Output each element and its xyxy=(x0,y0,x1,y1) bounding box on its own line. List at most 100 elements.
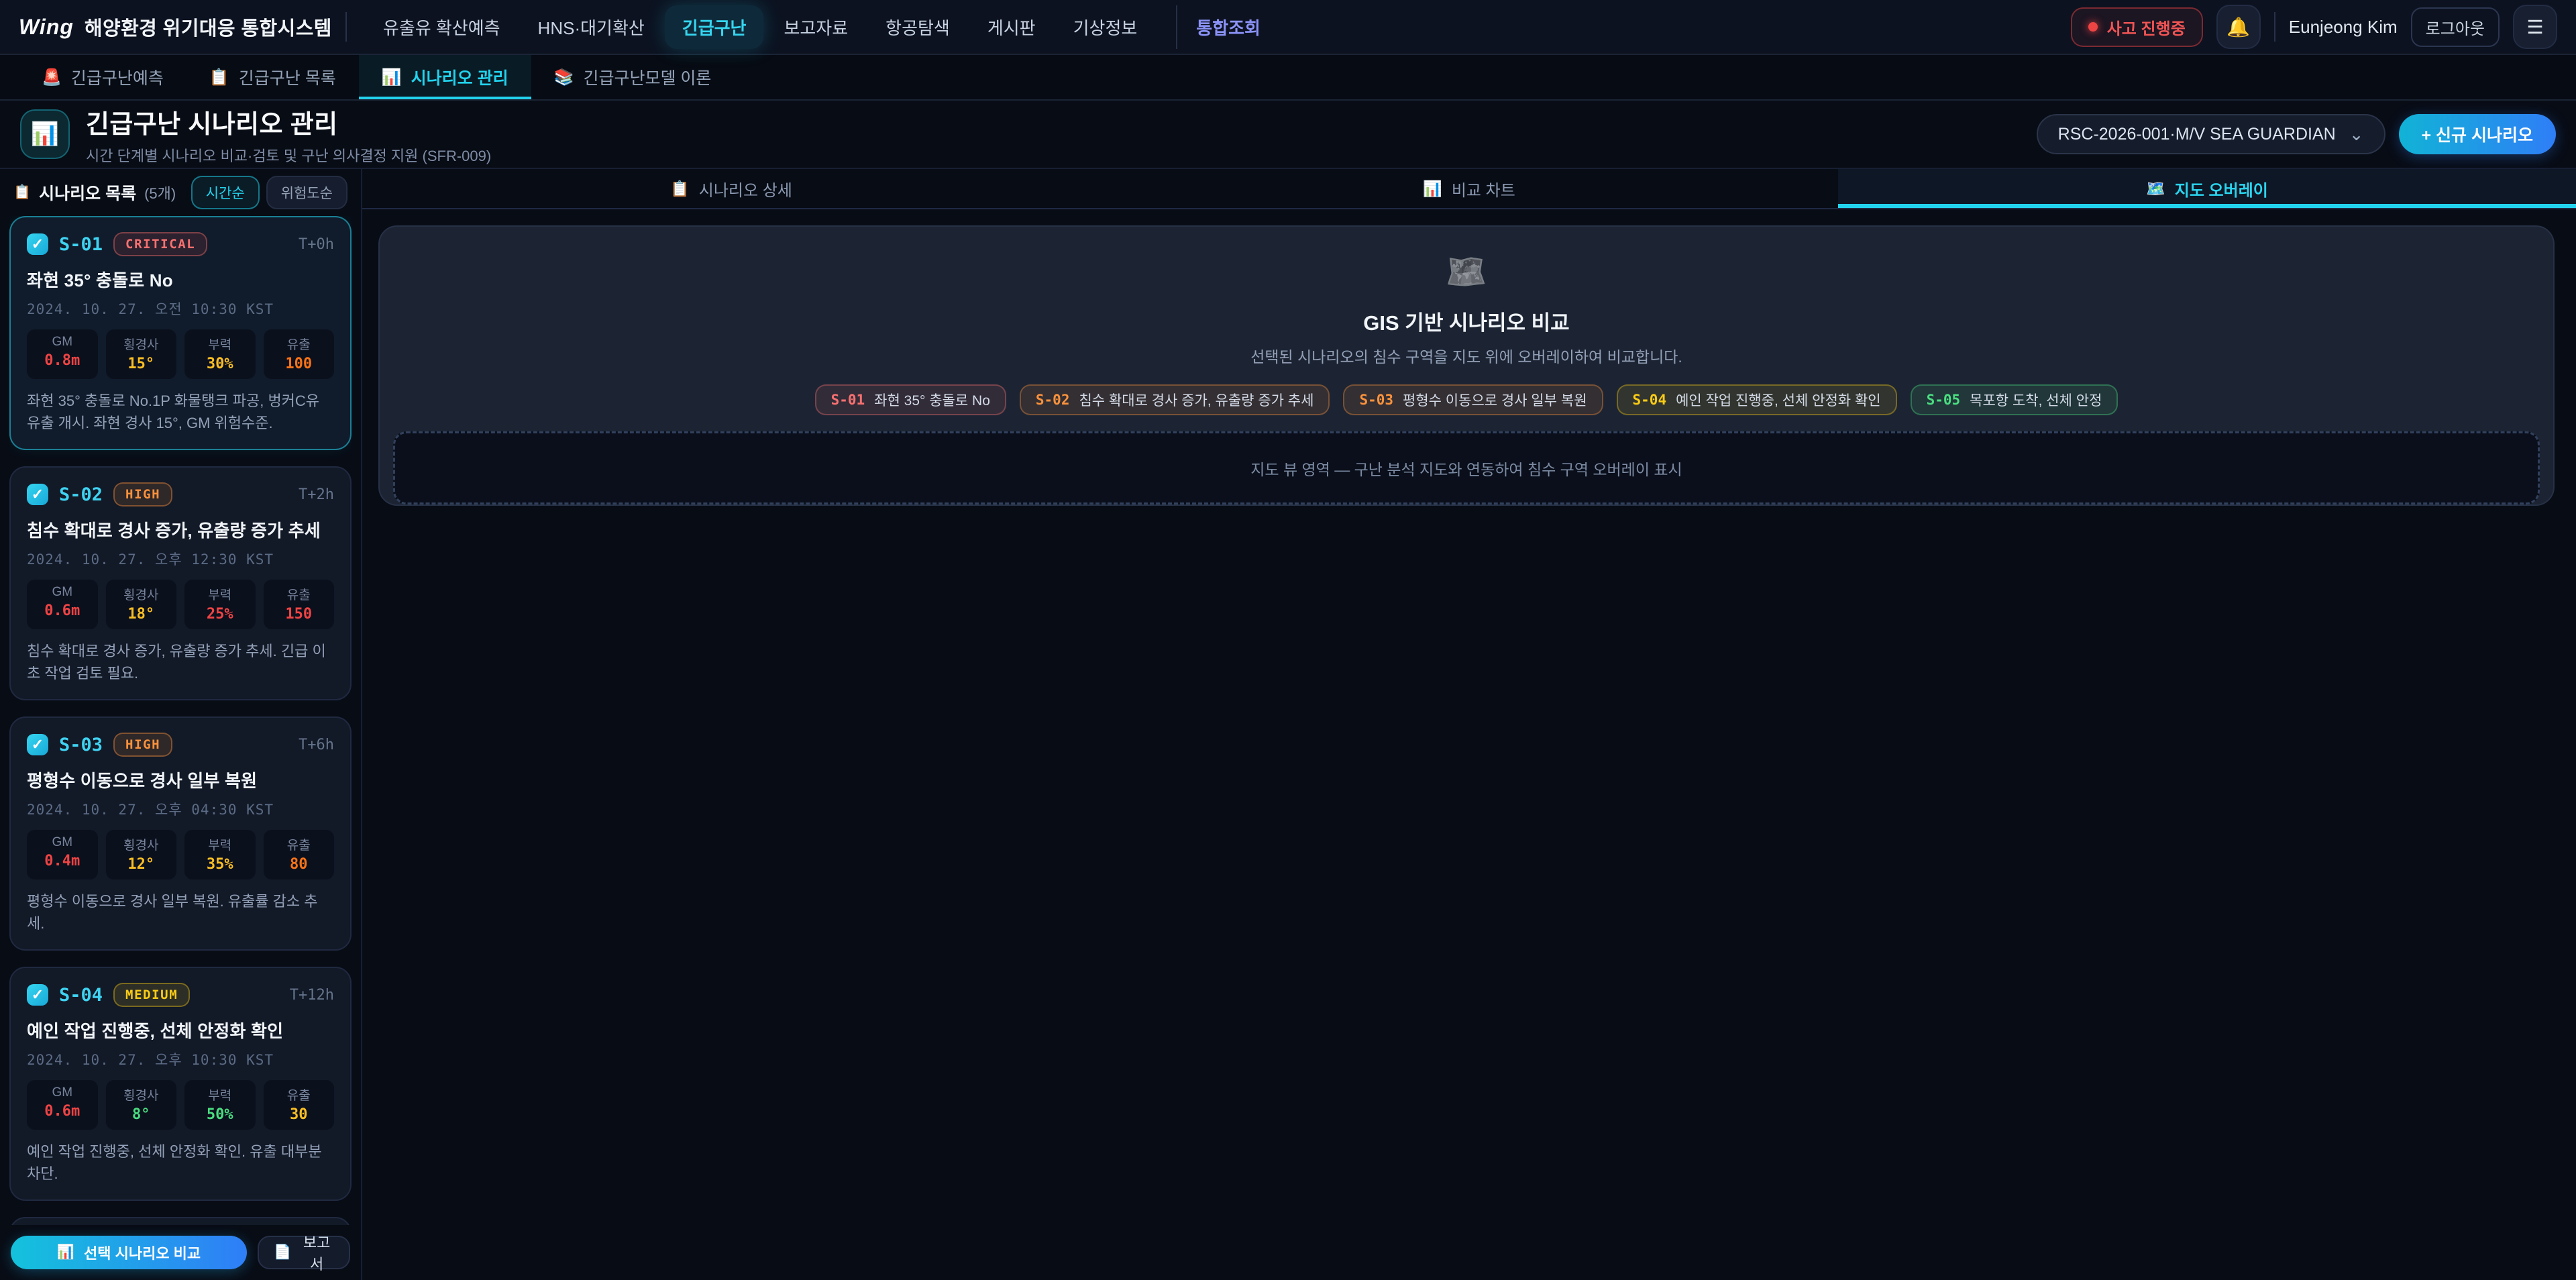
scenario-title: 평형수 이동으로 경사 일부 복원 xyxy=(27,767,334,792)
case-select-dropdown[interactable]: RSC-2026-001·M/V SEA GUARDIAN ⌄ xyxy=(2037,114,2385,154)
scenario-card[interactable]: S-01 CRITICAL T+0h 좌현 35° 충돌로 No 2024. 1… xyxy=(9,216,352,450)
metric-label: GM xyxy=(27,1085,98,1100)
metric-value: 8° xyxy=(106,1106,177,1123)
metric-label: 횡경사 xyxy=(106,335,177,353)
subtab[interactable]: 🚨 긴급구난예측 xyxy=(19,55,186,99)
metric-value: 15° xyxy=(106,356,177,372)
scenario-datetime: 2024. 10. 27. 오후 10:30 KST xyxy=(27,1049,334,1069)
card-header: S-04 MEDIUM T+12h xyxy=(27,983,334,1007)
metric-value: 30% xyxy=(184,356,256,372)
metric-value: 50% xyxy=(184,1106,256,1123)
metric-label: 유출 xyxy=(264,835,335,853)
metric-label: 유출 xyxy=(264,585,335,603)
subtab[interactable]: 📋 긴급구난 목록 xyxy=(186,55,359,99)
subtab[interactable]: 📊 시나리오 관리 xyxy=(359,55,531,99)
main-tab-label: 비교 차트 xyxy=(1452,177,1515,201)
nav-item[interactable]: 게시판 xyxy=(970,5,1053,49)
metric-value: 35% xyxy=(184,856,256,873)
metric-row: GM 0.6m 횡경사 8° 부력 50% 유출 30 xyxy=(27,1080,334,1130)
map-view-placeholder: 지도 뷰 영역 — 구난 분석 지도와 연동하여 침수 구역 오버레이 표시 xyxy=(393,431,2540,504)
metric-box: GM 0.6m xyxy=(27,580,98,629)
main-tab[interactable]: 📋 시나리오 상세 xyxy=(362,169,1100,208)
metric-box: 횡경사 8° xyxy=(106,1080,177,1130)
scenario-chip[interactable]: S-01 좌현 35° 충돌로 No xyxy=(815,384,1006,415)
report-button-label: 보고서 xyxy=(299,1231,334,1274)
scenario-id: S-01 xyxy=(59,234,103,255)
main-tab-bar: 📋 시나리오 상세 📊 비교 차트 🗺️ 지도 오버레이 xyxy=(362,169,2576,209)
metric-value: 30 xyxy=(264,1106,335,1123)
nav-item-integrated-search[interactable]: 통합조회 xyxy=(1176,5,1279,49)
gis-subtitle: 선택된 시나리오의 침수 구역을 지도 위에 오버레이하여 비교합니다. xyxy=(1250,344,1682,367)
chip-row: S-01 좌현 35° 충돌로 No S-02 침수 확대로 경사 증가, 유출… xyxy=(815,384,2118,415)
metric-box: GM 0.6m xyxy=(27,1080,98,1130)
checkbox-checked-icon[interactable] xyxy=(27,984,48,1006)
main-tab[interactable]: 🗺️ 지도 오버레이 xyxy=(1838,169,2576,208)
metric-row: GM 0.4m 횡경사 12° 부력 35% 유출 80 xyxy=(27,830,334,879)
bell-icon: 🔔 xyxy=(2226,16,2250,38)
sort-by-risk-button[interactable]: 위험도순 xyxy=(266,176,347,209)
menu-button[interactable]: ☰ xyxy=(2513,5,2557,49)
metric-value: 18° xyxy=(106,606,177,623)
scenario-card[interactable]: S-05 RESOLVED T+24h 목포항 도착, 선체 안정 2024. … xyxy=(9,1217,352,1225)
checkbox-checked-icon[interactable] xyxy=(27,233,48,255)
bar-chart-icon: 📊 xyxy=(31,121,59,148)
subtab-bar: 🚨 긴급구난예측 📋 긴급구난 목록 📊 시나리오 관리 📚 긴급구난모델 이론 xyxy=(0,55,2576,101)
incident-status-badge: 사고 진행중 xyxy=(2071,7,2203,47)
page-subtitle: 시간 단계별 시나리오 비교·검토 및 구난 의사결정 지원 (SFR-009) xyxy=(86,144,491,166)
metric-box: 부력 25% xyxy=(184,580,256,629)
report-button[interactable]: 📄 보고서 xyxy=(258,1236,350,1269)
metric-label: GM xyxy=(27,835,98,850)
scenario-chip[interactable]: S-05 목포항 도착, 선체 안정 xyxy=(1911,384,2118,415)
scenario-card[interactable]: S-03 HIGH T+6h 평형수 이동으로 경사 일부 복원 2024. 1… xyxy=(9,716,352,951)
scenario-card[interactable]: S-04 MEDIUM T+12h 예인 작업 진행중, 선체 안정화 확인 2… xyxy=(9,967,352,1201)
metric-label: 횡경사 xyxy=(106,835,177,853)
notifications-button[interactable]: 🔔 xyxy=(2216,5,2261,49)
scenario-chip[interactable]: S-03 평형수 이동으로 경사 일부 복원 xyxy=(1343,384,1603,415)
page-header: 📊 긴급구난 시나리오 관리 시간 단계별 시나리오 비교·검토 및 구난 의사… xyxy=(0,101,2576,168)
subtab[interactable]: 📚 긴급구난모델 이론 xyxy=(531,55,735,99)
nav-item[interactable]: HNS·대기확산 xyxy=(521,5,662,49)
scenario-card[interactable]: S-02 HIGH T+2h 침수 확대로 경사 증가, 유출량 증가 추세 2… xyxy=(9,466,352,700)
logout-button[interactable]: 로그아웃 xyxy=(2411,7,2500,47)
brand: Wing 해양환경 위기대응 통합시스템 xyxy=(19,13,332,41)
nav-item[interactable]: 항공탐색 xyxy=(868,5,967,49)
scenario-title: 좌현 35° 충돌로 No xyxy=(27,267,334,292)
scenario-list: S-01 CRITICAL T+0h 좌현 35° 충돌로 No 2024. 1… xyxy=(9,216,352,1225)
nav-item[interactable]: 유출유 확산예측 xyxy=(366,5,518,49)
nav-item[interactable]: 기상정보 xyxy=(1056,5,1155,49)
metric-value: 25% xyxy=(184,606,256,623)
checkbox-checked-icon[interactable] xyxy=(27,734,48,755)
subtab-label: 시나리오 관리 xyxy=(411,65,508,89)
new-scenario-button[interactable]: + 신규 시나리오 xyxy=(2399,114,2557,154)
metric-value: 12° xyxy=(106,856,177,873)
scenario-title: 침수 확대로 경사 증가, 유출량 증가 추세 xyxy=(27,517,334,542)
subtab-label: 긴급구난예측 xyxy=(71,65,164,89)
sort-by-time-button[interactable]: 시간순 xyxy=(191,176,260,209)
nav-item[interactable]: 긴급구난 xyxy=(665,5,764,49)
scenario-chip[interactable]: S-04 예인 작업 진행중, 선체 안정화 확인 xyxy=(1617,384,1897,415)
scenario-datetime: 2024. 10. 27. 오후 04:30 KST xyxy=(27,799,334,819)
subtab-label: 긴급구난모델 이론 xyxy=(583,65,711,89)
scenario-datetime: 2024. 10. 27. 오전 10:30 KST xyxy=(27,299,334,319)
subtab-icon: 🚨 xyxy=(42,68,62,87)
nav-item[interactable]: 보고자료 xyxy=(766,5,865,49)
metric-label: 부력 xyxy=(184,1085,256,1104)
severity-badge: CRITICAL xyxy=(113,232,207,256)
checkbox-checked-icon[interactable] xyxy=(27,484,48,505)
severity-badge: HIGH xyxy=(113,733,172,757)
chip-scenario-label: 평형수 이동으로 경사 일부 복원 xyxy=(1403,390,1587,410)
top-navigation-bar: Wing 해양환경 위기대응 통합시스템 유출유 확산예측HNS·대기확산긴급구… xyxy=(0,0,2576,55)
content-area: 📋 시나리오 목록 (5개) 시간순 위험도순 S-01 CRITICAL T+… xyxy=(0,168,2576,1280)
compare-scenarios-button[interactable]: 📊 선택 시나리오 비교 xyxy=(11,1236,247,1269)
scenario-id: S-03 xyxy=(59,735,103,755)
metric-label: 부력 xyxy=(184,335,256,353)
main-tab[interactable]: 📊 비교 차트 xyxy=(1100,169,1838,208)
page-icon-box: 📊 xyxy=(20,109,70,159)
metric-row: GM 0.8m 횡경사 15° 부력 30% 유출 100 xyxy=(27,329,334,379)
metric-value: 0.4m xyxy=(27,853,98,869)
scenario-chip[interactable]: S-02 침수 확대로 경사 증가, 유출량 증가 추세 xyxy=(1020,384,1330,415)
status-dot xyxy=(2088,22,2098,32)
chip-scenario-id: S-03 xyxy=(1359,392,1393,408)
subtab-label: 긴급구난 목록 xyxy=(239,65,336,89)
user-name: Eunjeong Kim xyxy=(2289,17,2398,38)
